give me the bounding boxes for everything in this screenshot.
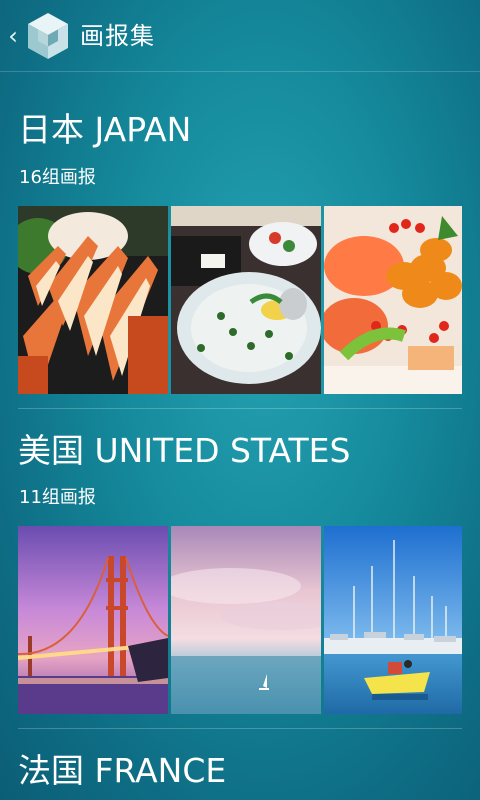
sashimi-plate-photo[interactable] xyxy=(171,206,321,394)
app-header: ‹ 画报集 xyxy=(0,0,480,72)
chevron-left-icon: ‹ xyxy=(8,22,18,50)
collection-section-united-states[interactable]: 美国 UNITED STATES 11组画报 xyxy=(0,409,480,729)
collection-section-france[interactable]: 法国 FRANCE xyxy=(0,729,480,800)
section-count: 16组画报 xyxy=(19,167,96,188)
cube-logo-icon xyxy=(26,11,70,61)
crab-legs-photo[interactable] xyxy=(18,206,168,394)
sea-urchin-rice-bowl-photo[interactable] xyxy=(324,206,462,394)
page-title: 画报集 xyxy=(80,22,155,50)
collection-section-japan[interactable]: 日本 JAPAN 16组画报 xyxy=(0,72,480,408)
section-title: 日本 JAPAN xyxy=(18,110,192,149)
section-count: 11组画报 xyxy=(19,487,96,508)
back-button[interactable]: ‹ xyxy=(4,22,22,50)
section-title: 美国 UNITED STATES xyxy=(18,431,351,470)
section-title: 法国 FRANCE xyxy=(18,751,227,790)
marina-sailboats-photo[interactable] xyxy=(324,526,462,714)
golden-gate-bridge-photo[interactable] xyxy=(18,526,168,714)
pink-sky-sea-photo[interactable] xyxy=(171,526,321,714)
